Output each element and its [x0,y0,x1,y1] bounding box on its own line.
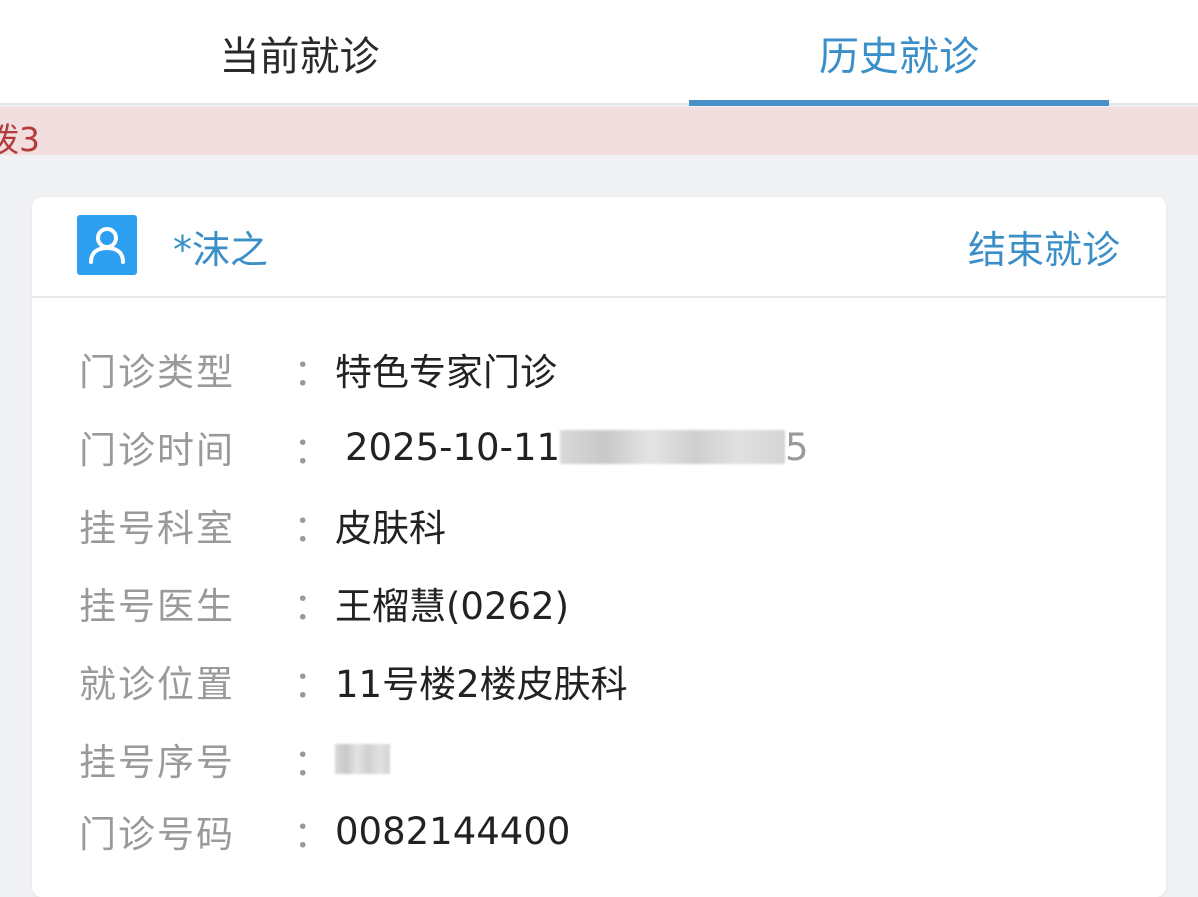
redacted-block [335,744,390,774]
info-label: 挂号序号 [79,741,235,784]
info-row-visit-type: 门诊类型 ： 特色专家门诊 [79,339,557,399]
info-row-queue-number: 挂号序号 ： [79,729,390,789]
info-label: 门诊号码 [79,813,235,856]
card-header: *沫之 结束就诊 [32,197,1166,298]
patient-name: *沫之 [173,228,269,272]
info-value: 特色专家门诊 [335,351,557,394]
info-value-blurred: 5 [560,426,809,469]
user-icon [77,215,137,275]
visit-card: *沫之 结束就诊 门诊类型 ： 特色专家门诊 门诊时间 ： 2025-10-11… [32,197,1166,897]
tab-current-visit[interactable]: 当前就诊 [0,0,599,105]
info-row-location: 就诊位置 ： 11号楼2楼皮肤科 [79,651,628,711]
info-value: 2025-10-11 [345,425,561,469]
active-tab-indicator [689,100,1109,106]
info-value-tail: 5 [785,425,809,469]
tab-bar: 当前就诊 历史就诊 [0,0,1198,106]
info-label: 门诊时间 [79,429,235,472]
info-value: 王榴慧(0262) [335,585,570,628]
info-label: 就诊位置 [79,663,235,706]
info-colon: ： [293,663,331,706]
info-colon: ： [293,429,331,472]
redacted-block [560,430,786,464]
info-label: 挂号医生 [79,585,235,628]
info-colon: ： [293,351,331,394]
info-colon: ： [293,813,331,856]
info-row-department: 挂号科室 ： 皮肤科 [79,495,446,555]
notice-text: 拨3 [0,120,40,155]
tab-history-visit[interactable]: 历史就诊 [689,0,1109,105]
info-row-outpatient-number: 门诊号码 ： 0082144400 [79,801,570,861]
info-label: 挂号科室 [79,507,235,550]
notice-bar: 拨3 [0,107,1198,155]
info-value: 11号楼2楼皮肤科 [335,663,628,706]
info-colon: ： [293,507,331,550]
info-colon: ： [293,741,331,784]
info-row-visit-time: 门诊时间 ： 2025-10-11 5 [79,417,809,477]
info-value: 皮肤科 [335,507,446,550]
end-visit-button[interactable]: 结束就诊 [968,219,1120,274]
info-value: 0082144400 [335,809,571,853]
info-colon: ： [293,585,331,628]
info-row-doctor: 挂号医生 ： 王榴慧(0262) [79,573,569,633]
info-label: 门诊类型 [79,351,235,394]
